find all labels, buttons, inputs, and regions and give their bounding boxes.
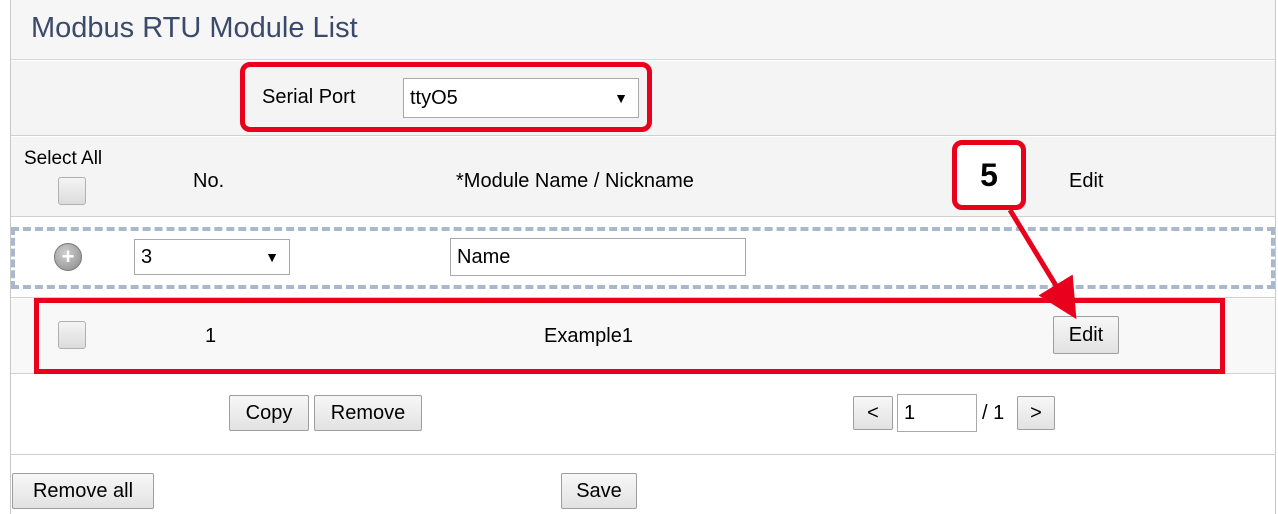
- page-title: Modbus RTU Module List: [31, 12, 358, 44]
- module-name-input-value: Name: [457, 245, 511, 268]
- page-number-input[interactable]: 1: [897, 394, 977, 432]
- row-no: 1: [205, 325, 217, 347]
- prev-page-button[interactable]: <: [853, 396, 893, 430]
- chevron-down-icon: ▼: [614, 90, 628, 106]
- chevron-down-icon: ▼: [265, 249, 279, 265]
- edit-button[interactable]: Edit: [1053, 316, 1119, 354]
- step-number-badge: 5: [952, 140, 1026, 210]
- page-total: / 1: [982, 402, 1005, 424]
- select-all-checkbox[interactable]: [58, 177, 86, 205]
- column-header-no: No.: [193, 170, 225, 192]
- serial-port-select[interactable]: ttyO5 ▼: [403, 78, 639, 118]
- add-icon[interactable]: +: [54, 243, 82, 271]
- serial-port-row: [11, 61, 1275, 136]
- next-page-button[interactable]: >: [1017, 396, 1055, 430]
- remove-all-button[interactable]: Remove all: [12, 473, 154, 509]
- actions-row: [11, 375, 1275, 455]
- remove-button[interactable]: Remove: [314, 395, 422, 431]
- copy-button[interactable]: Copy: [229, 395, 309, 431]
- add-count-value: 3: [141, 245, 153, 268]
- row-module-name: Example1: [544, 325, 633, 347]
- serial-port-value: ttyO5: [410, 86, 458, 109]
- page-number-value: 1: [904, 401, 916, 424]
- footer-row: [11, 456, 1275, 514]
- serial-port-label: Serial Port: [262, 86, 356, 108]
- select-all-label: Select All: [24, 148, 103, 169]
- module-name-input[interactable]: Name: [450, 238, 746, 276]
- title-bar: Modbus RTU Module List: [11, 0, 1275, 60]
- column-header-module-name: *Module Name / Nickname: [456, 170, 694, 192]
- add-count-select[interactable]: 3 ▼: [134, 239, 290, 275]
- row-checkbox[interactable]: [58, 321, 86, 349]
- save-button[interactable]: Save: [561, 473, 637, 509]
- column-header-edit: Edit: [1069, 170, 1104, 192]
